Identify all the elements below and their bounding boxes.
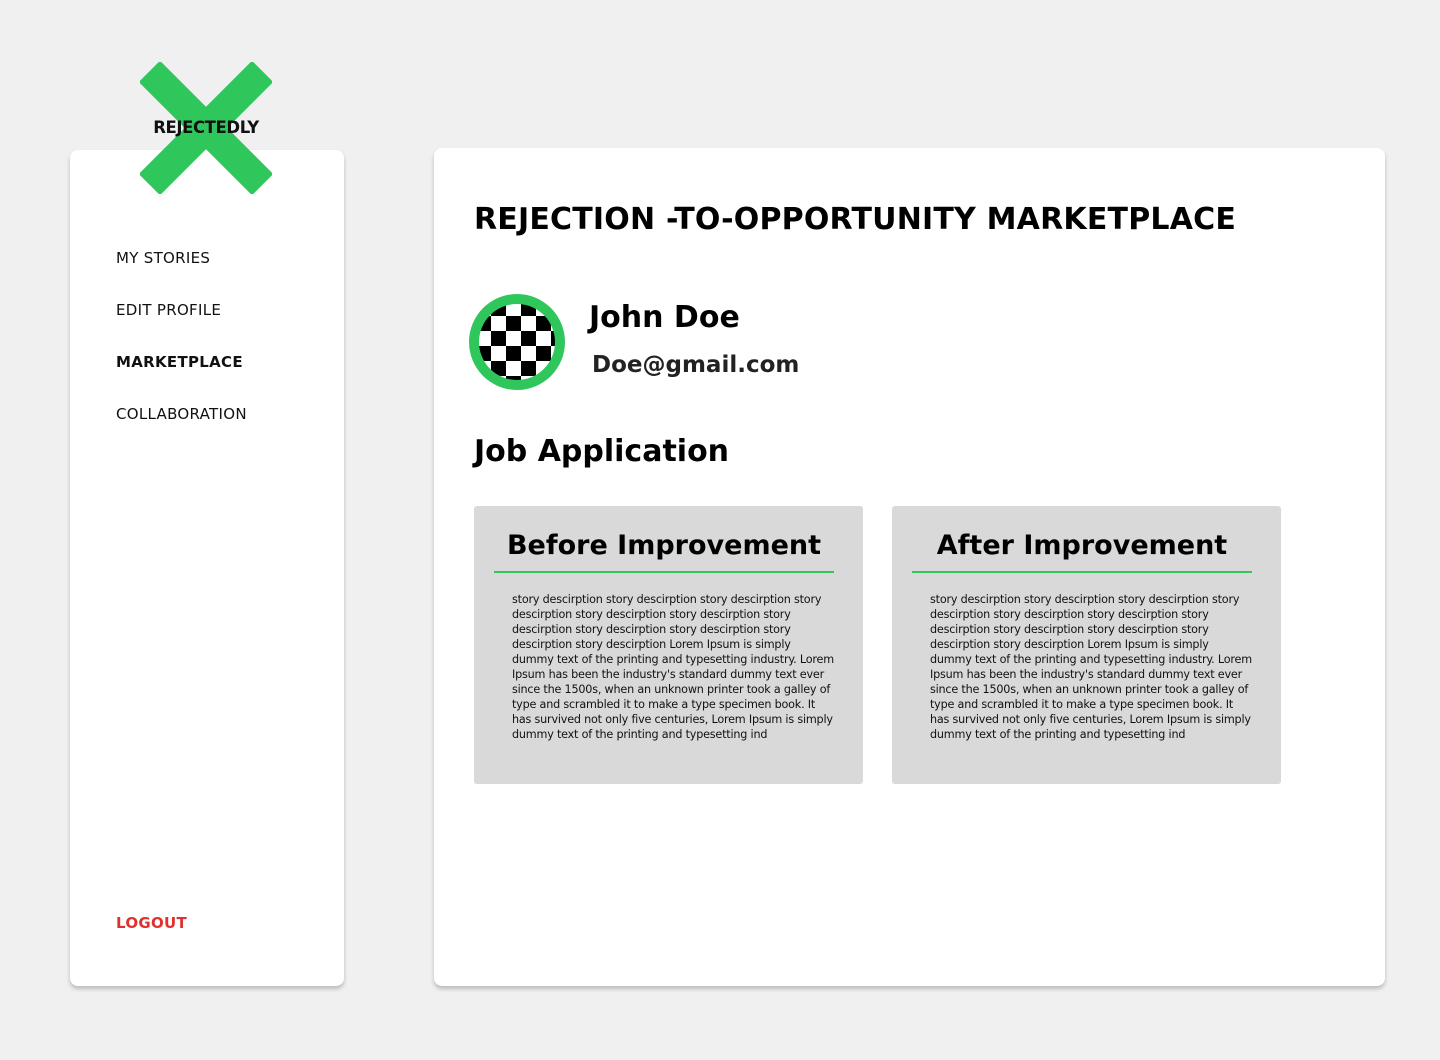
panel-text: story descirption story descirption stor… (930, 593, 1252, 741)
logo[interactable]: REJECTEDLY (140, 62, 272, 194)
checkered-avatar-icon (479, 304, 555, 380)
user-name: John Doe (589, 300, 740, 335)
main-card: REJECTION -TO-OPPORTUNITY MARKETPLACE Jo… (434, 148, 1385, 986)
panel-divider (912, 571, 1252, 573)
sidebar-item-collaboration[interactable]: COLLABORATION (116, 404, 247, 456)
panel-divider (494, 571, 834, 573)
section-title: Job Application (474, 434, 730, 469)
panel-text: story descirption story descirption stor… (512, 593, 834, 741)
avatar[interactable] (469, 294, 565, 390)
sidebar-item-edit-profile[interactable]: EDIT PROFILE (116, 300, 247, 352)
sidebar-item-marketplace[interactable]: MARKETPLACE (116, 352, 247, 404)
sidebar-nav: MY STORIES EDIT PROFILE MARKETPLACE COLL… (116, 248, 247, 456)
sidebar-item-my-stories[interactable]: MY STORIES (116, 248, 247, 300)
after-improvement-panel: After Improvement story descirption stor… (892, 506, 1281, 784)
before-improvement-panel: Before Improvement story descirption sto… (474, 506, 863, 784)
page-title: REJECTION -TO-OPPORTUNITY MARKETPLACE (474, 202, 1237, 237)
panel-title: Before Improvement (506, 530, 822, 561)
panel-title: After Improvement (936, 530, 1228, 561)
user-email: Doe@gmail.com (592, 352, 800, 378)
logo-text: REJECTEDLY (153, 118, 259, 137)
logout-button[interactable]: LOGOUT (116, 914, 187, 932)
sidebar: MY STORIES EDIT PROFILE MARKETPLACE COLL… (70, 150, 344, 986)
